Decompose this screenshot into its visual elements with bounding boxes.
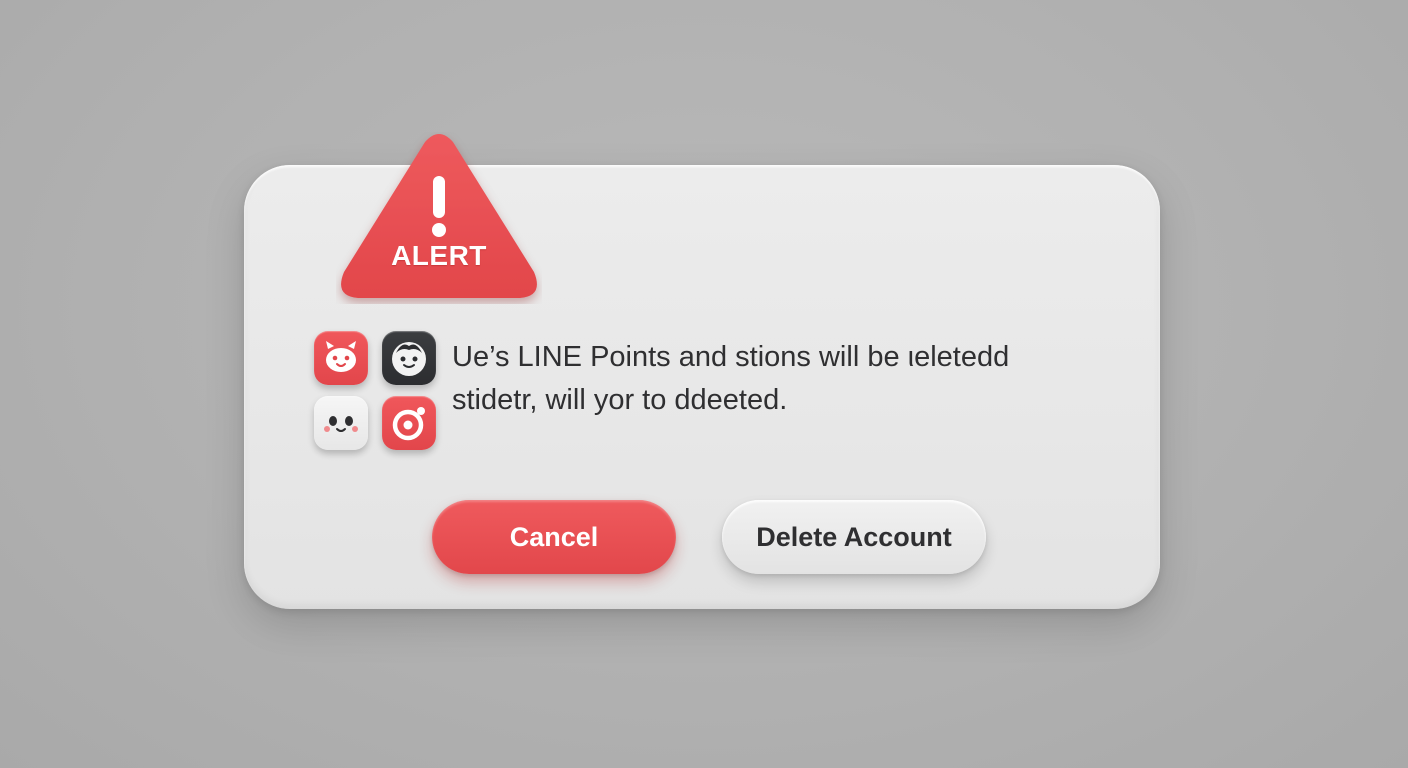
panda-face-icon [314, 396, 368, 450]
delete-account-button[interactable]: Delete Account [722, 500, 986, 574]
smiley-face-icon [382, 331, 436, 385]
message-line: stidetr, will yor to ddeeted. [452, 384, 788, 416]
alert-label: ALERT [391, 240, 487, 271]
exclamation-triangle-icon [341, 134, 537, 298]
bear-face-icon [314, 331, 368, 385]
cancel-button[interactable]: Cancel [432, 500, 676, 574]
message-line: Ue’s LINE Points and stions will be ιele… [452, 341, 1010, 373]
alert-message: Ue’s LINE Points and stions will be ιele… [452, 336, 1092, 422]
target-icon [382, 396, 436, 450]
alert-badge: ALERT [336, 132, 542, 304]
